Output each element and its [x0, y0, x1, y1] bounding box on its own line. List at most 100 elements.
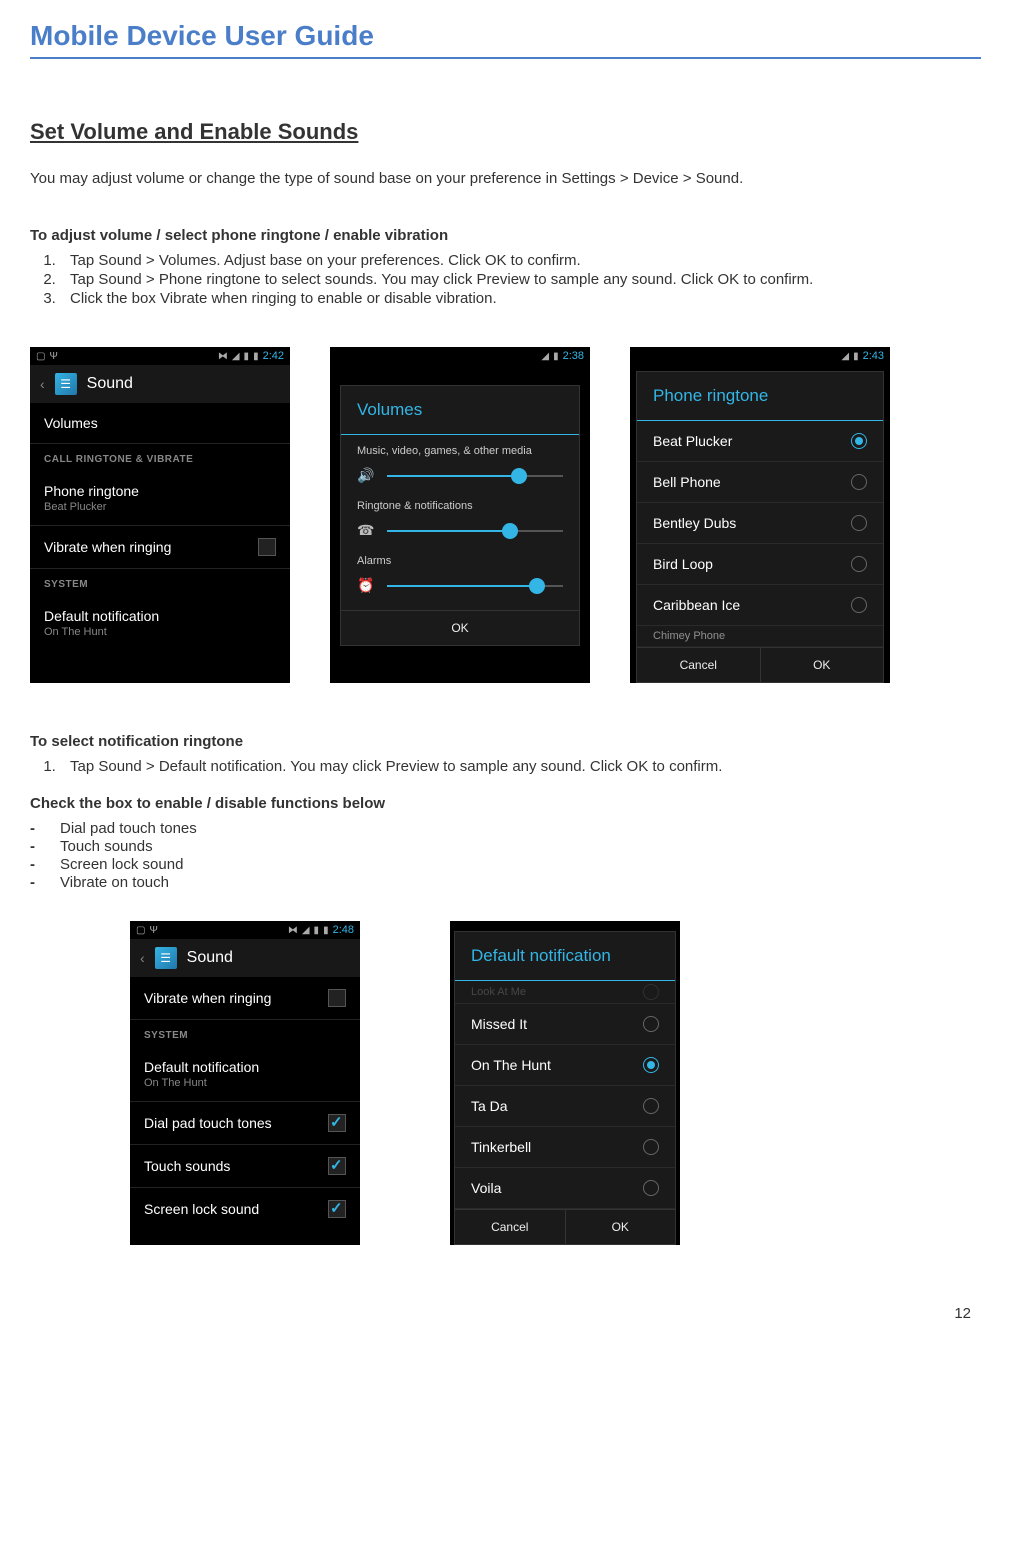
cancel-button[interactable]: Cancel — [455, 1210, 566, 1244]
radio-selected — [851, 433, 867, 449]
ringtone-volume-slider[interactable] — [387, 530, 563, 532]
option-label: Missed It — [471, 1016, 527, 1032]
status-time: 2:48 — [333, 924, 354, 936]
option-label: Ta Da — [471, 1098, 508, 1114]
battery-icon: ▮ — [853, 351, 859, 362]
ringtone-option[interactable]: Beat Plucker — [637, 421, 883, 462]
default-notification-item[interactable]: Default notification On The Hunt — [30, 596, 290, 650]
dialog-title: Phone ringtone — [637, 372, 883, 421]
radio-unselected — [851, 556, 867, 572]
status-time: 2:42 — [263, 350, 284, 362]
notification-option-cut: Look At Me — [455, 981, 675, 1004]
phone-ringtone-item[interactable]: Phone ringtone Beat Plucker — [30, 471, 290, 526]
picture-icon: ▢ — [36, 351, 45, 362]
dash-item: Touch sounds — [30, 838, 981, 855]
subheading-adjust-volume: To adjust volume / select phone ringtone… — [30, 227, 981, 244]
status-bar: ◢ ▮ 2:38 — [330, 347, 590, 365]
notification-option[interactable]: Tinkerbell — [455, 1127, 675, 1168]
volumes-item[interactable]: Volumes — [30, 403, 290, 444]
vibrate-ringing-item[interactable]: Vibrate when ringing — [130, 977, 360, 1020]
bluetooth-icon: ⧓ — [288, 925, 298, 936]
default-notification-item[interactable]: Default notification On The Hunt — [130, 1047, 360, 1102]
ok-button[interactable]: OK — [566, 1210, 676, 1244]
steps-list-1: Tap Sound > Volumes. Adjust base on your… — [30, 252, 981, 307]
item-label: Default notification — [44, 608, 159, 624]
status-bar: ▢ Ψ ⧓ ◢ ▮ ▮ 2:48 — [130, 921, 360, 939]
radio-selected — [643, 1057, 659, 1073]
volume-label-ringtone: Ringtone & notifications — [357, 500, 563, 512]
ok-button[interactable]: OK — [341, 611, 579, 645]
signal-icon: ▮ — [314, 925, 320, 936]
radio-unselected — [643, 1139, 659, 1155]
status-bar: ▢ Ψ ⧓ ◢ ▮ ▮ 2:42 — [30, 347, 290, 365]
signal-icon: ◢ — [841, 351, 849, 362]
settings-icon: ☰ — [155, 947, 177, 969]
settings-icon: ☰ — [55, 373, 77, 395]
ok-button[interactable]: OK — [761, 648, 884, 682]
media-volume-slider[interactable] — [387, 475, 563, 477]
category-system: SYSTEM — [130, 1020, 360, 1047]
option-label: Bell Phone — [653, 474, 721, 490]
picture-icon: ▢ — [136, 925, 145, 936]
alarm-volume-slider[interactable] — [387, 585, 563, 587]
item-sublabel: On The Hunt — [44, 626, 159, 638]
radio-unselected — [643, 1180, 659, 1196]
checkbox-checked[interactable] — [328, 1200, 346, 1218]
option-label: Bentley Dubs — [653, 515, 736, 531]
touch-sounds-item[interactable]: Touch sounds — [130, 1145, 360, 1188]
status-time: 2:43 — [863, 350, 884, 362]
option-label: Beat Plucker — [653, 433, 732, 449]
notification-option[interactable]: Voila — [455, 1168, 675, 1209]
dial-pad-tones-item[interactable]: Dial pad touch tones — [130, 1102, 360, 1145]
title-divider — [30, 57, 981, 59]
screenshot-sound-settings: ▢ Ψ ⧓ ◢ ▮ ▮ 2:42 ‹ ☰ Sound Volumes CALL … — [30, 347, 290, 683]
checkbox-checked[interactable] — [328, 1157, 346, 1175]
radio-unselected — [851, 597, 867, 613]
option-label: Caribbean Ice — [653, 597, 740, 613]
app-header[interactable]: ‹ ☰ Sound — [30, 365, 290, 403]
checkbox-unchecked[interactable] — [258, 538, 276, 556]
checkbox-checked[interactable] — [328, 1114, 346, 1132]
bluetooth-icon: ⧓ — [218, 351, 228, 362]
battery-icon: ▮ — [323, 925, 329, 936]
back-icon: ‹ — [140, 950, 145, 966]
dash-item: Vibrate on touch — [30, 874, 981, 891]
dash-list: Dial pad touch tones Touch sounds Screen… — [30, 820, 981, 891]
ringtone-option[interactable]: Caribbean Ice — [637, 585, 883, 626]
screen-lock-sound-item[interactable]: Screen lock sound — [130, 1188, 360, 1230]
screenshot-ringtone-dialog: ◢ ▮ 2:43 Phone ringtone Beat Plucker Bel… — [630, 347, 890, 683]
app-header[interactable]: ‹ ☰ Sound — [130, 939, 360, 977]
usb-icon: Ψ — [49, 351, 57, 362]
usb-icon: Ψ — [149, 925, 157, 936]
ringtone-option[interactable]: Bird Loop — [637, 544, 883, 585]
dialog-title: Volumes — [341, 386, 579, 435]
category-ringtone-vibrate: CALL RINGTONE & VIBRATE — [30, 444, 290, 471]
volume-label-alarms: Alarms — [357, 555, 563, 567]
option-label: Bird Loop — [653, 556, 713, 572]
item-label: Volumes — [44, 415, 98, 431]
vibrate-ringing-item[interactable]: Vibrate when ringing — [30, 526, 290, 569]
item-label: Default notification — [144, 1059, 259, 1075]
step-item: Tap Sound > Phone ringtone to select sou… — [60, 271, 981, 288]
default-notification-dialog: Default notification Look At Me Missed I… — [454, 931, 676, 1245]
item-label: Vibrate when ringing — [144, 990, 271, 1006]
ringtone-option[interactable]: Bentley Dubs — [637, 503, 883, 544]
wifi-icon: ◢ — [302, 925, 310, 936]
item-label: Touch sounds — [144, 1158, 230, 1174]
section-title: Set Volume and Enable Sounds — [30, 119, 981, 145]
step-item: Tap Sound > Default notification. You ma… — [60, 758, 981, 775]
cancel-button[interactable]: Cancel — [637, 648, 761, 682]
radio-unselected — [643, 1098, 659, 1114]
notification-option[interactable]: Ta Da — [455, 1086, 675, 1127]
radio-unselected — [643, 1016, 659, 1032]
radio-unselected — [851, 515, 867, 531]
status-bar: ◢ ▮ 2:43 — [630, 347, 890, 365]
checkbox-unchecked[interactable] — [328, 989, 346, 1007]
category-system: SYSTEM — [30, 569, 290, 596]
ringtone-option[interactable]: Bell Phone — [637, 462, 883, 503]
notification-option[interactable]: Missed It — [455, 1004, 675, 1045]
intro-text: You may adjust volume or change the type… — [30, 170, 981, 187]
dash-item: Screen lock sound — [30, 856, 981, 873]
notification-option[interactable]: On The Hunt — [455, 1045, 675, 1086]
back-icon: ‹ — [40, 376, 45, 392]
